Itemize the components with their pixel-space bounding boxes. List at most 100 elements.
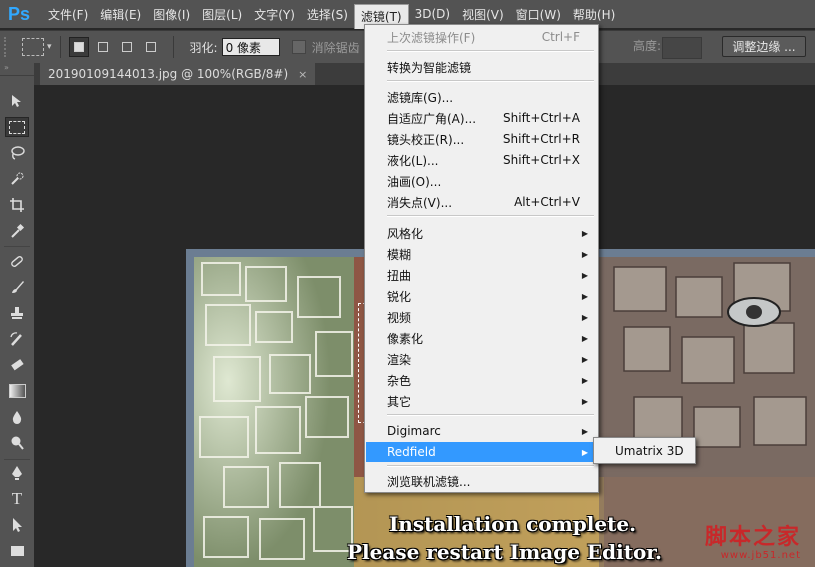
history-brush-tool-icon[interactable] (5, 329, 29, 349)
submenu-arrow-icon: ▶ (581, 354, 588, 364)
menu-window[interactable]: 窗口(W) (510, 3, 567, 25)
feather-input[interactable] (221, 38, 280, 56)
toolbox-collapse-icon[interactable]: » (0, 63, 34, 76)
brush-icon (12, 281, 24, 293)
submenu-item-umatrix-3d[interactable]: Umatrix 3D (596, 441, 693, 460)
menu-item-sharpen[interactable]: 锐化 ▶ (366, 286, 597, 306)
document-tab-title: 20190109144013.jpg @ 100%(RGB/8#) (48, 67, 289, 81)
path-select-tool-icon[interactable] (5, 515, 29, 535)
menu-separator (387, 50, 594, 52)
gradient-tool-icon[interactable] (5, 381, 29, 401)
eyedropper-icon (11, 223, 25, 238)
healing-brush-tool-icon[interactable] (5, 251, 29, 271)
brush-select-icon (11, 172, 24, 185)
toolbox: » T (0, 63, 35, 567)
lasso-tool-icon[interactable] (5, 143, 29, 163)
menu-item-last-filter: 上次滤镜操作(F) Ctrl+F (387, 30, 580, 45)
submenu-arrow-icon: ▶ (581, 228, 588, 238)
rect-marquee-icon (9, 120, 25, 134)
quick-select-tool-icon[interactable] (5, 169, 29, 189)
bandage-icon (11, 256, 23, 267)
menu-item-digimarc[interactable]: Digimarc ▶ (366, 421, 597, 441)
divider (4, 246, 30, 247)
stamp-icon (11, 307, 23, 319)
move-tool-icon[interactable] (5, 91, 29, 111)
pen-icon (12, 466, 22, 480)
move-icon (12, 95, 21, 107)
menu-item-adaptive-wide-angle[interactable]: 自适应广角(A)... Shift+Ctrl+A (366, 108, 597, 128)
stamp-tool-icon[interactable] (5, 303, 29, 323)
antialias-checkbox[interactable] (291, 40, 306, 54)
menu-item-video[interactable]: 视频 ▶ (366, 307, 597, 327)
type-tool-icon[interactable]: T (5, 489, 29, 509)
close-icon[interactable]: × (298, 68, 307, 81)
history-brush-icon (10, 332, 22, 346)
menu-type[interactable]: 文字(Y) (248, 3, 301, 25)
divider (59, 36, 61, 58)
height-input[interactable] (662, 37, 702, 59)
menu-help[interactable]: 帮助(H) (567, 3, 621, 25)
options-grip[interactable] (4, 37, 12, 57)
type-icon: T (11, 489, 23, 508)
menu-view[interactable]: 视图(V) (456, 3, 510, 25)
chevron-down-icon[interactable]: ▾ (47, 42, 52, 52)
submenu-arrow-icon: ▶ (581, 312, 588, 322)
menu-item-convert-smart-filter[interactable]: 转换为智能滤镜 (366, 57, 597, 77)
menu-edit[interactable]: 编辑(E) (94, 3, 147, 25)
watermark-title: 脚本之家 (704, 525, 801, 550)
menu-item-noise[interactable]: 杂色 ▶ (366, 370, 597, 390)
menu-separator (387, 215, 594, 217)
rect-marquee-tool-icon[interactable] (5, 117, 29, 137)
menu-layer[interactable]: 图层(L) (196, 3, 248, 25)
blur-tool-icon[interactable] (5, 407, 29, 427)
menu-separator (387, 465, 594, 467)
filter-dropdown-menu: 上次滤镜操作(F) Ctrl+F 转换为智能滤镜 滤镜库(G)... 自适应广角(… (364, 24, 599, 493)
menu-item-oil-paint[interactable]: 油画(O)... (366, 171, 597, 191)
menu-item-vanishing-point[interactable]: 消失点(V)... Alt+Ctrl+V (366, 192, 597, 212)
subtract-selection-icon (121, 42, 132, 52)
menu-item-redfield[interactable]: Redfield ▶ (366, 442, 597, 462)
menu-item-lens-correction[interactable]: 镜头校正(R)... Shift+Ctrl+R (366, 129, 597, 149)
subtract-selection-button[interactable] (117, 37, 137, 57)
add-selection-button[interactable] (93, 37, 113, 57)
watermark-url: www.jb51.net (720, 550, 801, 561)
crop-tool-icon[interactable] (5, 195, 29, 215)
menu-separator (387, 80, 594, 82)
menu-item-liquify[interactable]: 液化(L)... Shift+Ctrl+X (366, 150, 597, 170)
menu-item-blur[interactable]: 模糊 ▶ (366, 244, 597, 264)
menu-image[interactable]: 图像(I) (147, 3, 196, 25)
eyedropper-tool-icon[interactable] (5, 221, 29, 241)
crop-icon (10, 198, 24, 212)
document-tab[interactable]: 20190109144013.jpg @ 100%(RGB/8#) × (40, 63, 316, 85)
menu-select[interactable]: 选择(S) (301, 3, 354, 25)
menu-item-filter-gallery[interactable]: 滤镜库(G)... (366, 87, 597, 107)
redfield-submenu: Umatrix 3D (593, 437, 696, 464)
gradient-icon (8, 384, 26, 398)
menu-item-other[interactable]: 其它 ▶ (366, 391, 597, 411)
menu-item-render[interactable]: 渲染 ▶ (366, 349, 597, 369)
menu-item-pixelate[interactable]: 像素化 ▶ (366, 328, 597, 348)
menu-item-browse-online-filters[interactable]: 浏览联机滤镜... (366, 471, 597, 491)
menu-3d[interactable]: 3D(D) (409, 3, 456, 25)
intersect-selection-button[interactable] (141, 37, 161, 57)
submenu-arrow-icon: ▶ (581, 249, 588, 259)
submenu-arrow-icon: ▶ (581, 291, 588, 301)
feather-label: 羽化: (189, 40, 218, 55)
rectangle-tool-icon[interactable] (5, 541, 29, 561)
add-selection-icon (97, 42, 108, 52)
pen-tool-icon[interactable] (5, 463, 29, 483)
height-label: 高度: (633, 39, 662, 53)
menu-item-distort[interactable]: 扭曲 ▶ (366, 265, 597, 285)
new-selection-icon (73, 42, 84, 52)
new-selection-button[interactable] (68, 37, 89, 57)
marquee-preset-icon[interactable] (22, 38, 44, 56)
refine-edge-button[interactable]: 调整边缘 ... (722, 36, 806, 57)
menu-item-stylize[interactable]: 风格化 ▶ (366, 223, 597, 243)
eraser-tool-icon[interactable] (5, 355, 29, 375)
menu-separator (387, 414, 594, 416)
lasso-icon (11, 146, 25, 160)
eraser-icon (11, 359, 24, 371)
menu-file[interactable]: 文件(F) (42, 3, 94, 25)
brush-tool-icon[interactable] (5, 277, 29, 297)
dodge-tool-icon[interactable] (5, 433, 29, 453)
